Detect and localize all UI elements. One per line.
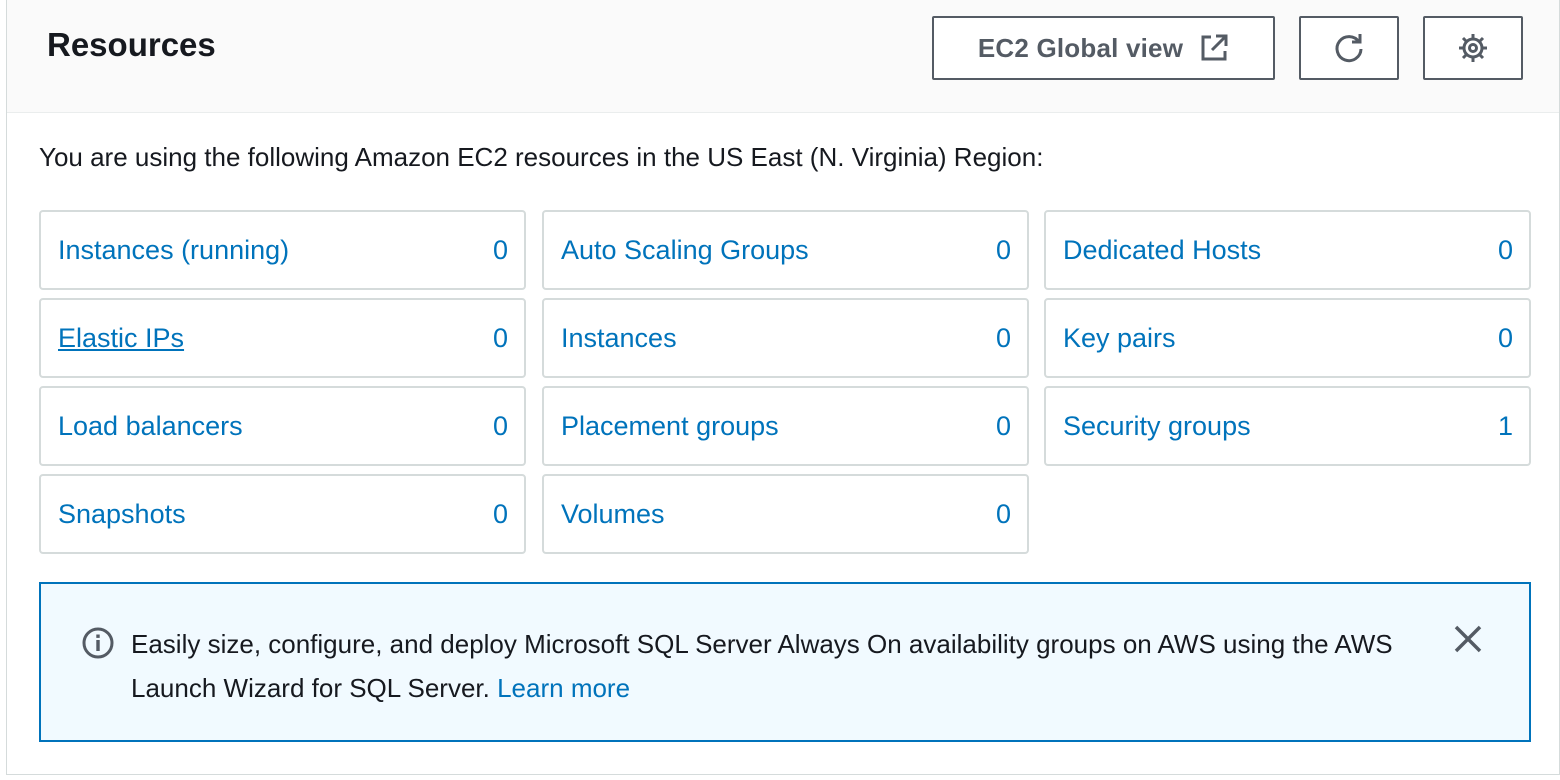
resource-count[interactable]: 1: [1498, 411, 1513, 442]
refresh-button[interactable]: [1299, 16, 1399, 80]
resource-link-volumes[interactable]: Volumes: [561, 499, 665, 530]
resource-link-dedicated-hosts[interactable]: Dedicated Hosts: [1063, 235, 1261, 266]
alert-message-text: Easily size, configure, and deploy Micro…: [131, 629, 1393, 703]
resource-tile-security-groups: Security groups 1: [1044, 386, 1531, 466]
alert-message: Easily size, configure, and deploy Micro…: [131, 622, 1401, 710]
resource-count[interactable]: 0: [996, 499, 1011, 530]
resource-tile-dedicated-hosts: Dedicated Hosts 0: [1044, 210, 1531, 290]
resource-tile-instances: Instances 0: [542, 298, 1029, 378]
resource-count[interactable]: 0: [1498, 235, 1513, 266]
refresh-icon: [1332, 31, 1366, 65]
resource-tile-key-pairs: Key pairs 0: [1044, 298, 1531, 378]
resources-panel: Resources EC2 Global view You are using …: [6, 0, 1560, 775]
resource-link-instances-running[interactable]: Instances (running): [58, 235, 289, 266]
resource-link-security-groups[interactable]: Security groups: [1063, 411, 1251, 442]
resource-count[interactable]: 0: [493, 323, 508, 354]
resource-tile-elastic-ips: Elastic IPs 0: [39, 298, 526, 378]
resource-grid: Instances (running) 0 Auto Scaling Group…: [39, 210, 1531, 554]
intro-text: You are using the following Amazon EC2 r…: [39, 142, 1044, 172]
resource-link-load-balancers[interactable]: Load balancers: [58, 411, 243, 442]
resource-link-auto-scaling-groups[interactable]: Auto Scaling Groups: [561, 235, 809, 266]
resource-count[interactable]: 0: [1498, 323, 1513, 354]
resource-count[interactable]: 0: [996, 323, 1011, 354]
panel-header: Resources EC2 Global view: [7, 0, 1559, 113]
resource-tile-placement-groups: Placement groups 0: [542, 386, 1029, 466]
ec2-global-view-label: EC2 Global view: [977, 32, 1184, 63]
resource-count[interactable]: 0: [996, 235, 1011, 266]
resource-tile-volumes: Volumes 0: [542, 474, 1029, 554]
resource-tile-load-balancers: Load balancers 0: [39, 386, 526, 466]
gear-icon: [1457, 32, 1489, 64]
learn-more-link[interactable]: Learn more: [497, 673, 630, 703]
resource-link-key-pairs[interactable]: Key pairs: [1063, 323, 1176, 354]
resource-link-snapshots[interactable]: Snapshots: [58, 499, 186, 530]
resource-link-placement-groups[interactable]: Placement groups: [561, 411, 779, 442]
info-icon: [81, 626, 115, 660]
close-icon[interactable]: [1453, 624, 1483, 654]
resource-count[interactable]: 0: [493, 499, 508, 530]
resource-tile-snapshots: Snapshots 0: [39, 474, 526, 554]
resource-link-instances[interactable]: Instances: [561, 323, 677, 354]
resource-tile-instances-running: Instances (running) 0: [39, 210, 526, 290]
info-alert: Easily size, configure, and deploy Micro…: [39, 582, 1531, 742]
resource-count[interactable]: 0: [996, 411, 1011, 442]
external-link-icon: [1199, 33, 1229, 63]
ec2-global-view-button[interactable]: EC2 Global view: [932, 16, 1275, 80]
resource-count[interactable]: 0: [493, 235, 508, 266]
resource-tile-auto-scaling-groups: Auto Scaling Groups 0: [542, 210, 1029, 290]
settings-button[interactable]: [1423, 16, 1523, 80]
panel-title: Resources: [47, 26, 216, 63]
resource-count[interactable]: 0: [493, 411, 508, 442]
resource-link-elastic-ips[interactable]: Elastic IPs: [58, 323, 184, 354]
